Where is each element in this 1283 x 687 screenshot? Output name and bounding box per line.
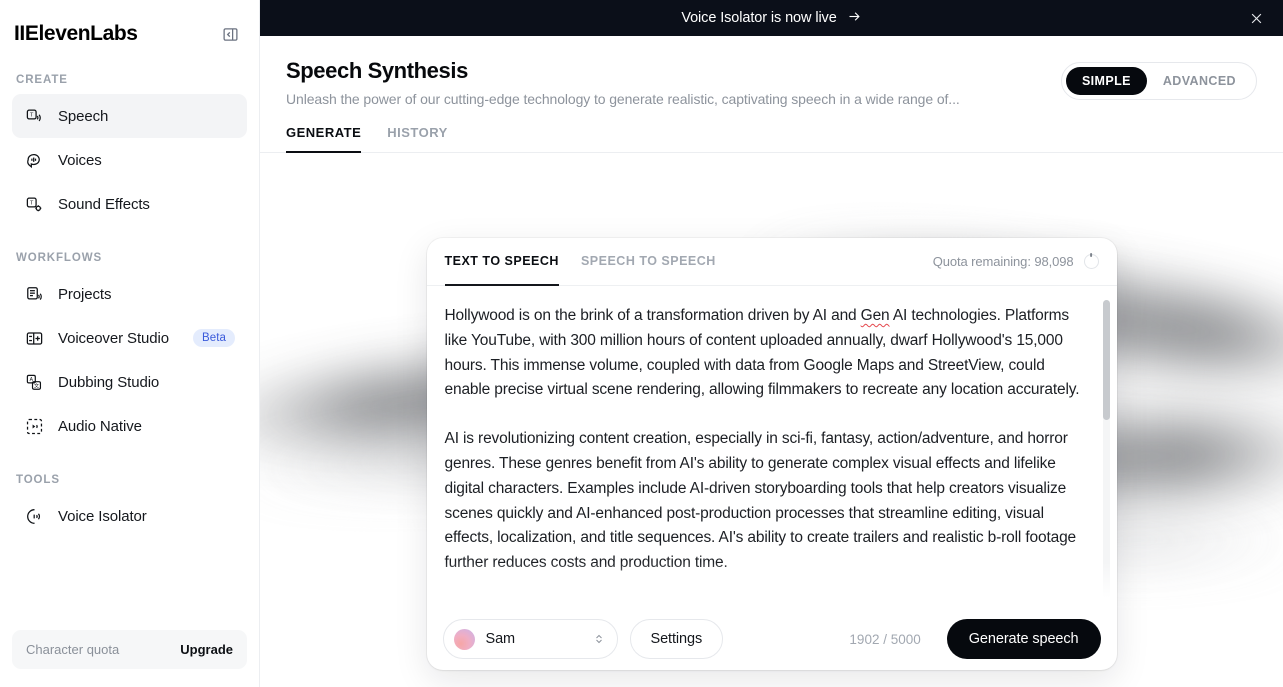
- sidebar-item-label: Dubbing Studio: [58, 373, 160, 391]
- voice-name-label: Sam: [485, 631, 516, 647]
- voiceover-studio-icon: [24, 328, 44, 348]
- editor-text: Hollywood is on the brink of a transform…: [444, 307, 861, 324]
- tab-generate[interactable]: GENERATE: [286, 125, 362, 153]
- close-icon[interactable]: [1247, 9, 1265, 27]
- sidebar-item-label: Projects: [58, 285, 112, 303]
- sidebar-item-label: Sound Effects: [58, 195, 150, 213]
- mode-advanced-button[interactable]: ADVANCED: [1147, 67, 1252, 95]
- quota-remaining-label: Quota remaining: 98,098: [932, 254, 1074, 269]
- editor-paragraph: AI is revolutionizing content creation, …: [444, 430, 1077, 572]
- editor-scrollbar[interactable]: [1102, 300, 1110, 598]
- spellcheck-word: Gen: [860, 307, 890, 324]
- projects-icon: [24, 284, 44, 304]
- brand-logo[interactable]: IIElevenLabs: [14, 22, 138, 46]
- text-to-speech-icon: T: [24, 106, 44, 126]
- sidebar-group-tools-label: TOOLS: [16, 474, 60, 486]
- announcement-banner: Voice Isolator is now live: [260, 0, 1283, 36]
- dubbing-studio-icon: A 文: [24, 372, 44, 392]
- text-editor-content[interactable]: Hollywood is on the brink of a transform…: [427, 286, 1117, 608]
- page-title: Speech Synthesis: [286, 58, 468, 83]
- banner-label: Voice Isolator is now live: [681, 10, 837, 26]
- sidebar-footer: Character quota Upgrade: [0, 620, 259, 687]
- sidebar-item-voiceover-studio[interactable]: Voiceover Studio Beta: [12, 316, 247, 360]
- voices-bubble-icon: [24, 150, 44, 170]
- editor-scrollbar-thumb[interactable]: [1102, 300, 1110, 420]
- settings-button[interactable]: Settings: [629, 619, 724, 659]
- sidebar-nav: CREATE T Speech Voices T Sound Effects W…: [0, 46, 259, 620]
- status-badge-beta: Beta: [192, 329, 235, 347]
- page-header: Speech Synthesis Unleash the power of ou…: [260, 36, 1283, 107]
- character-quota-row: Character quota Upgrade: [12, 630, 247, 669]
- sidebar: IIElevenLabs CREATE T Speech Voices T So…: [0, 0, 260, 687]
- panel-collapse-icon[interactable]: [219, 23, 241, 45]
- tab-speech-to-speech[interactable]: SPEECH TO SPEECH: [581, 238, 716, 286]
- speech-synthesis-card: TEXT TO SPEECH SPEECH TO SPEECH Quota re…: [426, 238, 1117, 670]
- quota-ring-icon: [1083, 254, 1099, 269]
- chevron-up-down-icon: [593, 632, 605, 646]
- svg-text:T: T: [30, 200, 34, 206]
- svg-text:文: 文: [33, 382, 38, 389]
- character-quota-label: Character quota: [26, 642, 120, 657]
- sidebar-group-workflows-label: WORKFLOWS: [16, 252, 103, 264]
- sound-effects-icon: T: [24, 194, 44, 214]
- sidebar-item-label: Voices: [58, 151, 102, 169]
- voice-isolator-icon: [24, 506, 44, 526]
- sidebar-item-label: Voiceover Studio: [58, 329, 169, 347]
- editor-paragraph: Hollywood is on the brink of a transform…: [445, 304, 1091, 403]
- generate-speech-button[interactable]: Generate speech: [946, 619, 1101, 659]
- mode-simple-button[interactable]: SIMPLE: [1065, 67, 1147, 95]
- character-count-label: 1902 / 5000: [849, 631, 921, 647]
- sidebar-item-label: Speech: [58, 107, 109, 125]
- sidebar-item-voices[interactable]: Voices: [12, 138, 247, 182]
- card-footer: Sam Settings 1902 / 5000 Generate speech: [427, 608, 1117, 670]
- voice-select[interactable]: Sam: [442, 619, 618, 659]
- tab-text-to-speech[interactable]: TEXT TO SPEECH: [444, 238, 559, 286]
- svg-text:T: T: [30, 112, 34, 118]
- sidebar-header: IIElevenLabs: [0, 0, 259, 46]
- quota-remaining-group: Quota remaining: 98,098: [933, 254, 1099, 269]
- sidebar-item-speech[interactable]: T Speech: [12, 94, 247, 138]
- arrow-right-icon: [847, 9, 862, 28]
- speech-card-wrapper: TEXT TO SPEECH SPEECH TO SPEECH Quota re…: [260, 238, 1283, 670]
- sidebar-group-create-label: CREATE: [16, 74, 68, 86]
- voice-avatar-icon: [453, 628, 475, 650]
- mode-toggle: SIMPLE ADVANCED: [1060, 62, 1257, 100]
- sidebar-item-audio-native[interactable]: Audio Native: [12, 404, 247, 448]
- sidebar-item-dubbing-studio[interactable]: A 文 Dubbing Studio: [12, 360, 247, 404]
- main-content: Voice Isolator is now live Speech Synthe…: [260, 0, 1283, 687]
- card-tabs: TEXT TO SPEECH SPEECH TO SPEECH Quota re…: [426, 238, 1117, 286]
- sidebar-item-projects[interactable]: Projects: [12, 272, 247, 316]
- sidebar-item-label: Audio Native: [58, 417, 142, 435]
- page-subtitle: Unleash the power of our cutting-edge te…: [286, 91, 960, 107]
- sidebar-item-label: Voice Isolator: [58, 507, 147, 525]
- banner-link[interactable]: Voice Isolator is now live: [681, 9, 861, 28]
- tab-history[interactable]: HISTORY: [387, 125, 448, 153]
- text-editor[interactable]: Hollywood is on the brink of a transform…: [426, 286, 1117, 608]
- audio-native-icon: [24, 416, 44, 436]
- sidebar-item-voice-isolator[interactable]: Voice Isolator: [12, 494, 247, 538]
- app-root: IIElevenLabs CREATE T Speech Voices T So…: [0, 0, 1283, 687]
- page-tabs: GENERATE HISTORY: [260, 125, 1283, 153]
- sidebar-item-sound-effects[interactable]: T Sound Effects: [12, 182, 247, 226]
- upgrade-button[interactable]: Upgrade: [180, 642, 233, 657]
